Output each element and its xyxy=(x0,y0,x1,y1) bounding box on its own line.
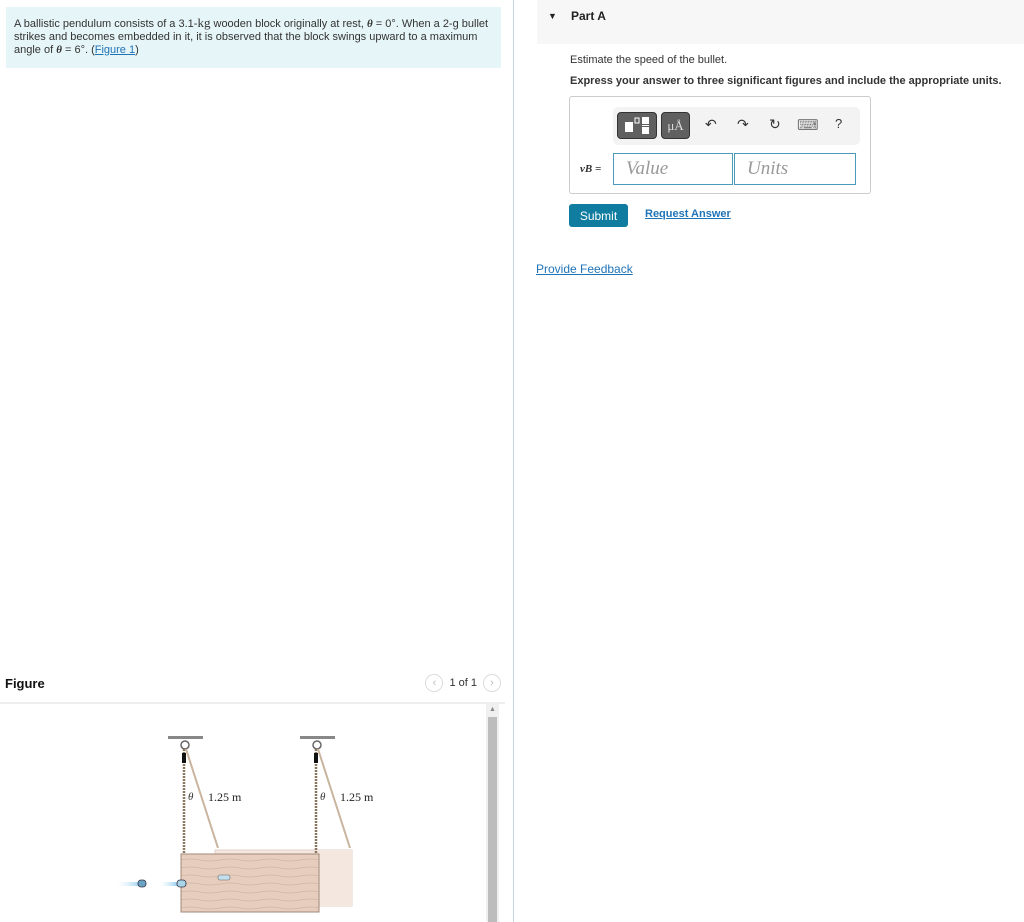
scroll-up-icon[interactable]: ▲ xyxy=(486,703,499,716)
panel-divider xyxy=(513,0,514,922)
wooden-block xyxy=(180,853,320,913)
ceiling-mount-left xyxy=(168,736,203,739)
figure-page-count: 1 of 1 xyxy=(449,677,477,689)
question-text: Estimate the speed of the bullet. xyxy=(570,54,728,66)
figure-pager: ‹ 1 of 1 › xyxy=(425,674,501,692)
math-toolbar: μÅ ↶ ↷ ↻ ⌨ ? xyxy=(613,107,860,145)
length-label-left: 1.25 m xyxy=(208,790,242,804)
hook-right xyxy=(312,740,322,750)
submit-button[interactable]: Submit xyxy=(569,204,628,227)
templates-button[interactable] xyxy=(617,112,657,139)
clamp-left xyxy=(182,753,186,763)
chevron-left-icon: ‹ xyxy=(432,677,437,689)
figure-link[interactable]: Figure 1 xyxy=(95,44,135,56)
clamp-right xyxy=(314,753,318,763)
hook-left xyxy=(180,740,190,750)
figure-header: Figure ‹ 1 of 1 › xyxy=(0,672,505,704)
keyboard-icon[interactable]: ⌨ xyxy=(797,116,819,134)
ballistic-pendulum-figure: θ 1.25 m θ 1.25 m xyxy=(118,736,374,913)
units-button[interactable]: μÅ xyxy=(661,112,690,139)
part-title: Part A xyxy=(571,9,606,23)
units-input[interactable] xyxy=(734,153,856,185)
provide-feedback-link[interactable]: Provide Feedback xyxy=(536,262,633,276)
theta-label-left: θ xyxy=(188,791,194,803)
bullet-incoming xyxy=(137,879,147,888)
figure-title: Figure xyxy=(5,676,45,691)
problem-text: = 6°. ( xyxy=(61,44,95,56)
request-answer-link[interactable]: Request Answer xyxy=(645,208,731,220)
bullet-embedded xyxy=(217,874,231,881)
help-icon[interactable]: ? xyxy=(835,116,842,131)
chevron-right-icon: › xyxy=(490,677,494,689)
problem-text: A ballistic pendulum consists of a 3.1- xyxy=(14,18,198,30)
prev-figure-button[interactable]: ‹ xyxy=(425,674,444,692)
figure-scrollbar[interactable]: ▲ xyxy=(486,703,499,922)
collapse-caret-icon[interactable]: ▼ xyxy=(548,11,557,21)
answer-box: μÅ ↶ ↷ ↻ ⌨ ? vB = xyxy=(569,96,871,194)
theta-label-right: θ xyxy=(320,791,326,803)
undo-icon[interactable]: ↶ xyxy=(705,116,717,133)
bullet-impact xyxy=(176,879,187,888)
redo-icon[interactable]: ↷ xyxy=(737,116,749,133)
problem-text: ) xyxy=(135,44,139,56)
problem-text: wooden block originally at rest, xyxy=(210,18,367,30)
ceiling-mount-right xyxy=(300,736,335,739)
next-figure-button[interactable]: › xyxy=(483,674,501,692)
instruction-text: Express your answer to three significant… xyxy=(570,75,1002,87)
unit-kg: kg xyxy=(197,15,211,30)
templates-icon xyxy=(625,117,649,134)
scrollbar-thumb[interactable] xyxy=(488,717,497,922)
reset-icon[interactable]: ↻ xyxy=(769,116,781,133)
variable-label: vB = xyxy=(580,163,602,175)
displaced-block-right xyxy=(315,850,352,906)
problem-panel: A ballistic pendulum consists of a 3.1-k… xyxy=(0,0,513,922)
value-input[interactable] xyxy=(613,153,733,185)
problem-statement: A ballistic pendulum consists of a 3.1-k… xyxy=(6,7,501,68)
part-a-header[interactable]: ▼ Part A xyxy=(537,0,1024,44)
length-label-right: 1.25 m xyxy=(340,790,374,804)
